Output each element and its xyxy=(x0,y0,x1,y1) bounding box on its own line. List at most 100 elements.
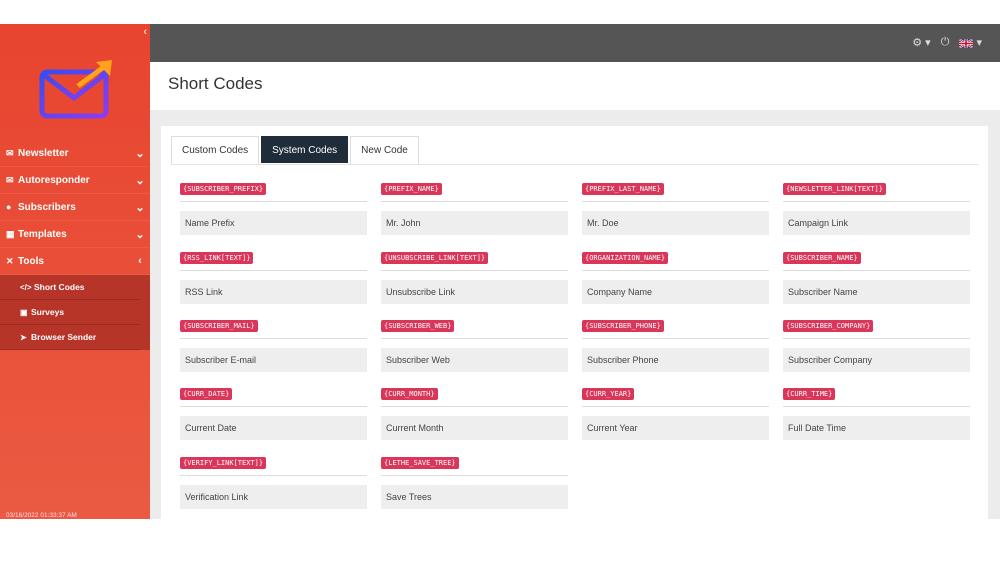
divider xyxy=(582,338,769,339)
short-code-badge[interactable]: {SUBSCRIBER_NAME} xyxy=(783,252,861,264)
sidebar-item-newsletter[interactable]: ✉ Newsletter ⌄ xyxy=(0,140,150,167)
divider xyxy=(180,201,367,202)
short-code-value: Mr. John xyxy=(381,211,568,235)
short-code-value: Current Date xyxy=(180,416,367,440)
code-item: {SUBSCRIBER_WEB} Subscriber Web xyxy=(381,315,568,383)
divider xyxy=(180,475,367,476)
code-item: {PREFIX_NAME} Mr. John xyxy=(381,178,568,246)
code-item: {SUBSCRIBER_PREFIX} Name Prefix xyxy=(180,178,367,246)
chevron-left-icon: ‹ xyxy=(138,255,142,267)
templates-icon: ▦ xyxy=(6,228,15,239)
topbar-tools: ⚙ ▾ ⏻ ▾ xyxy=(912,36,982,49)
power-icon[interactable]: ⏻ xyxy=(941,36,950,49)
short-code-value: Subscriber Phone xyxy=(582,348,769,372)
short-code-badge[interactable]: {UNSUBSCRIBE_LINK[TEXT]} xyxy=(381,252,489,264)
divider xyxy=(783,201,970,202)
sidebar-subitem-surveys[interactable]: ▣ Surveys xyxy=(0,300,140,325)
send-icon: ➤ xyxy=(20,332,27,342)
short-code-badge[interactable]: {PREFIX_NAME} xyxy=(381,183,442,195)
short-code-badge[interactable]: {SUBSCRIBER_MAIL} xyxy=(180,320,258,332)
envelope-icon: ✉ xyxy=(6,147,14,158)
survey-icon: ▣ xyxy=(20,307,28,317)
short-code-value: Campaign Link xyxy=(783,211,970,235)
sidebar-subitem-browser-sender[interactable]: ➤ Browser Sender xyxy=(0,325,140,350)
sidebar: ‹ ✉ Newsletter ⌄ ✉ Autoresponder ⌄ ● Sub… xyxy=(0,24,150,519)
sidebar-item-label: Templates xyxy=(18,228,67,240)
gear-icon[interactable]: ⚙ ▾ xyxy=(912,36,930,49)
sidebar-subitem-short-codes[interactable]: </> Short Codes xyxy=(0,275,140,300)
tabs-divider xyxy=(171,164,978,165)
divider xyxy=(582,406,769,407)
divider xyxy=(582,270,769,271)
short-code-value: Subscriber Name xyxy=(783,280,970,304)
divider xyxy=(783,406,970,407)
short-code-badge[interactable]: {NEWSLETTER_LINK[TEXT]} xyxy=(783,183,886,195)
code-icon: </> xyxy=(20,282,32,292)
short-code-value: Unsubscribe Link xyxy=(381,280,568,304)
divider xyxy=(783,338,970,339)
sidebar-subitem-label: Browser Sender xyxy=(31,332,97,342)
divider xyxy=(783,270,970,271)
server-datetime: 03/16/2022 01:33:37 AM xyxy=(6,512,77,519)
short-code-badge[interactable]: {CURR_DATE} xyxy=(180,388,233,400)
users-icon: ● xyxy=(6,202,12,212)
tabs: Custom Codes System Codes New Code xyxy=(171,136,419,164)
code-item: {SUBSCRIBER_NAME} Subscriber Name xyxy=(783,247,970,315)
code-item: {CURR_MONTH} Current Month xyxy=(381,383,568,451)
code-item: {SUBSCRIBER_COMPANY} Subscriber Company xyxy=(783,315,970,383)
sidebar-item-subscribers[interactable]: ● Subscribers ⌄ xyxy=(0,194,150,221)
short-code-badge[interactable]: {RSS_LINK[TEXT]} xyxy=(180,252,254,264)
page-header: Short Codes xyxy=(150,62,1000,110)
code-item: {CURR_TIME} Full Date Time xyxy=(783,383,970,451)
short-code-value: Verification Link xyxy=(180,485,367,509)
tools-submenu: </> Short Codes ▣ Surveys ➤ Browser Send… xyxy=(0,275,150,350)
collapse-sidebar-icon[interactable]: ‹ xyxy=(143,26,147,38)
divider xyxy=(381,270,568,271)
code-item: {UNSUBSCRIBE_LINK[TEXT]} Unsubscribe Link xyxy=(381,247,568,315)
code-item: {CURR_DATE} Current Date xyxy=(180,383,367,451)
short-code-badge[interactable]: {ORGANIZATION_NAME} xyxy=(582,252,669,264)
divider xyxy=(180,338,367,339)
sidebar-item-templates[interactable]: ▦ Templates ⌄ xyxy=(0,221,150,248)
divider xyxy=(381,406,568,407)
mail-logo-icon xyxy=(39,60,112,119)
divider xyxy=(180,270,367,271)
code-item: {ORGANIZATION_NAME} Company Name xyxy=(582,247,769,315)
app-frame: ‹ ✉ Newsletter ⌄ ✉ Autoresponder ⌄ ● Sub… xyxy=(0,24,1000,519)
code-item: {SUBSCRIBER_PHONE} Subscriber Phone xyxy=(582,315,769,383)
tab-system-codes[interactable]: System Codes xyxy=(261,136,349,163)
page-title: Short Codes xyxy=(168,74,263,93)
short-code-badge[interactable]: {LETHE_SAVE_TREE} xyxy=(381,457,459,469)
short-code-value: Current Year xyxy=(582,416,769,440)
code-item: {NEWSLETTER_LINK[TEXT]} Campaign Link xyxy=(783,178,970,246)
code-item: {LETHE_SAVE_TREE} Save Trees xyxy=(381,452,568,519)
divider xyxy=(180,406,367,407)
short-codes-panel: Custom Codes System Codes New Code {SUBS… xyxy=(161,126,988,519)
short-code-badge[interactable]: {VERIFY_LINK[TEXT]} xyxy=(180,457,267,469)
short-code-badge[interactable]: {CURR_TIME} xyxy=(783,388,836,400)
code-item: {VERIFY_LINK[TEXT]} Verification Link xyxy=(180,452,367,519)
divider xyxy=(381,201,568,202)
short-code-badge[interactable]: {PREFIX_LAST_NAME} xyxy=(582,183,664,195)
tab-custom-codes[interactable]: Custom Codes xyxy=(171,136,260,164)
sidebar-item-label: Autoresponder xyxy=(18,174,90,186)
tab-new-code[interactable]: New Code xyxy=(350,136,419,164)
short-code-value: Subscriber Web xyxy=(381,348,568,372)
short-code-value: Company Name xyxy=(582,280,769,304)
language-flag-icon[interactable]: ▾ xyxy=(959,36,982,49)
sidebar-nav: ✉ Newsletter ⌄ ✉ Autoresponder ⌄ ● Subsc… xyxy=(0,140,150,350)
short-code-badge[interactable]: {SUBSCRIBER_COMPANY} xyxy=(783,320,874,332)
short-code-value: Name Prefix xyxy=(180,211,367,235)
short-code-value: Subscriber Company xyxy=(783,348,970,372)
sidebar-item-autoresponder[interactable]: ✉ Autoresponder ⌄ xyxy=(0,167,150,194)
short-code-badge[interactable]: {SUBSCRIBER_PHONE} xyxy=(582,320,664,332)
short-code-badge[interactable]: {SUBSCRIBER_WEB} xyxy=(381,320,455,332)
short-code-value: Subscriber E-mail xyxy=(180,348,367,372)
short-code-badge[interactable]: {CURR_YEAR} xyxy=(582,388,635,400)
short-code-value: Mr. Doe xyxy=(582,211,769,235)
short-code-badge[interactable]: {CURR_MONTH} xyxy=(381,388,438,400)
sidebar-item-tools[interactable]: ✕ Tools ‹ xyxy=(0,248,150,275)
short-code-badge[interactable]: {SUBSCRIBER_PREFIX} xyxy=(180,183,267,195)
topbar: ⚙ ▾ ⏻ ▾ xyxy=(150,24,1000,62)
short-code-value: Save Trees xyxy=(381,485,568,509)
